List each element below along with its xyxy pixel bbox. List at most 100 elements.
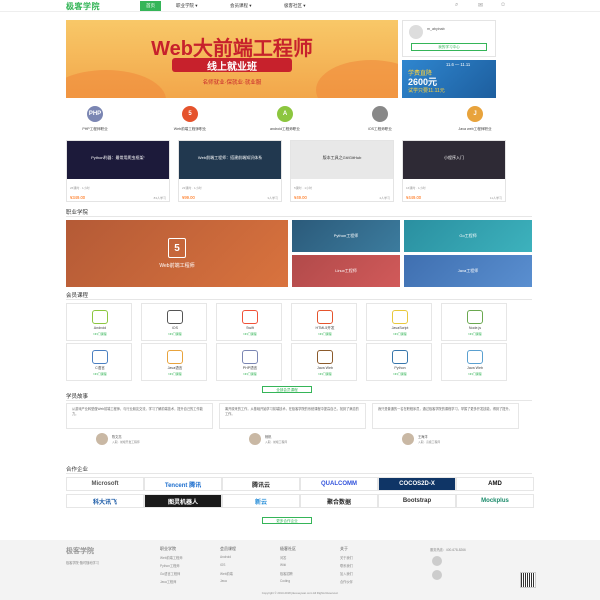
member-course-sub: NN门课程: [168, 332, 182, 336]
wechat-icon[interactable]: [432, 556, 442, 566]
member-course-card[interactable]: Java Web NN门课程: [291, 343, 357, 381]
member-course-card[interactable]: JavaScript NN门课程: [366, 303, 432, 341]
course-icon: [92, 310, 108, 324]
course-card[interactable]: 小程序入门 16课时 · 1小时 ¥449.00 11人学习: [402, 140, 506, 202]
member-course-sub: NN门课程: [468, 332, 482, 336]
promo-dates: 11.6 — 11.11: [446, 62, 471, 67]
member-course-card[interactable]: HTML5开发 NN门课程: [291, 303, 357, 341]
course-icon: [242, 350, 258, 364]
partner-logo[interactable]: QUALCOMM: [300, 477, 378, 491]
site-logo[interactable]: 极客学院: [66, 1, 100, 12]
partner-logo[interactable]: Mockplus: [456, 494, 534, 508]
course-price: ¥449.00: [406, 195, 422, 200]
course-card[interactable]: Python利器：最常用爬虫框架“ 26课时 · 1小时 ¥349.00 83人…: [66, 140, 170, 202]
footer-link[interactable]: 联系我们: [340, 563, 353, 568]
more-partners-button[interactable]: 更多合作企业: [262, 517, 312, 524]
course-icon: [392, 310, 408, 324]
search-icon[interactable]: ⌕: [455, 2, 458, 9]
footer-link[interactable]: Go语言工程师: [160, 571, 180, 576]
footer-link[interactable]: iOS: [220, 563, 225, 567]
partner-logo[interactable]: 聚合数据: [300, 494, 378, 508]
footer-link[interactable]: 问答: [280, 555, 286, 560]
footer-link[interactable]: Android: [220, 555, 231, 559]
partner-logo[interactable]: Tencent 腾讯: [144, 477, 222, 491]
career-tile-linux[interactable]: Linux工程师: [292, 255, 400, 287]
member-course-card[interactable]: Node.js NN门课程: [441, 303, 507, 341]
career-tile-web[interactable]: 5 Web前端工程师: [66, 220, 288, 287]
career-tile-python[interactable]: Python工程师: [292, 220, 400, 252]
footer-link[interactable]: 加入我们: [340, 571, 353, 576]
all-member-courses-button[interactable]: 全部会员课程: [262, 386, 312, 393]
partner-logo[interactable]: 新云: [222, 494, 300, 508]
category-0[interactable]: PHP PHP工程师职业: [66, 104, 124, 136]
course-price: ¥349.00: [70, 195, 86, 200]
member-course-title: Swift: [246, 326, 254, 330]
avatar[interactable]: [409, 25, 423, 39]
weibo-icon[interactable]: [432, 570, 442, 580]
partner-logo[interactable]: AMD: [456, 477, 534, 491]
career-tile-go[interactable]: Go工程师: [404, 220, 532, 252]
course-thumbnail: Python利器：最常用爬虫框架“: [67, 141, 169, 179]
footer-link[interactable]: Python工程师: [160, 563, 180, 568]
nav-home[interactable]: 首页: [140, 1, 161, 11]
partner-logo[interactable]: Bootstrap: [378, 494, 456, 508]
partner-logo[interactable]: 科大讯飞: [66, 494, 144, 508]
footer-col-title: 职业学院: [160, 546, 176, 551]
nav-community[interactable]: 极客社区 ▾: [278, 1, 312, 11]
career-heading: 职业学院: [66, 210, 89, 216]
hero-banner[interactable]: Web大前端工程师 线上就业班 名师就业·保就业·就业服: [66, 20, 398, 98]
partner-logo[interactable]: COCOS2D-X: [378, 477, 456, 491]
career-tile-java[interactable]: Java工程师: [404, 255, 532, 287]
footer-copyright: Copyright © 2013-2018 jikexueyuan.com Al…: [261, 591, 339, 595]
user-icon[interactable]: ☺: [500, 2, 506, 8]
course-title: 小程序入门: [444, 155, 464, 160]
story-name: 杨帆: [265, 435, 272, 439]
footer-link[interactable]: 关于我们: [340, 555, 353, 560]
course-thumbnail: 小程序入门: [403, 141, 505, 179]
nav-career[interactable]: 职业学院 ▾: [170, 1, 204, 11]
member-course-sub: NN门课程: [93, 372, 107, 376]
footer-link[interactable]: Java: [220, 579, 227, 583]
member-course-card[interactable]: Python NN门课程: [366, 343, 432, 381]
course-icon: [317, 310, 333, 324]
category-3[interactable]: iOS工程师职业: [351, 104, 409, 136]
member-course-card[interactable]: iOS NN门课程: [141, 303, 207, 341]
story-role: 入职 · 前端工程师: [265, 440, 288, 444]
partner-logo[interactable]: 腾讯云: [222, 477, 300, 491]
footer-link[interactable]: Wiki: [280, 563, 286, 567]
learning-center-button[interactable]: 我的学习中心: [411, 43, 487, 51]
story-role: 入职 · 高级工程师: [418, 440, 441, 444]
message-icon[interactable]: ✉: [478, 2, 483, 9]
course-card[interactable]: 版本工具之Git/GitHub 5课时 · 1小时 ¥49.00 4人学习: [290, 140, 394, 202]
footer-link[interactable]: Java工程师: [160, 579, 176, 584]
member-course-card[interactable]: Java Web NN门课程: [441, 343, 507, 381]
member-course-sub: NN门课程: [318, 372, 332, 376]
member-course-card[interactable]: PHP语言 NN门课程: [216, 343, 282, 381]
nav-career-label: 职业学院: [176, 3, 194, 8]
member-course-card[interactable]: Java语言 NN门课程: [141, 343, 207, 381]
member-course-card[interactable]: C语言 NN门课程: [66, 343, 132, 381]
category-2[interactable]: A android工程师职业: [256, 104, 314, 136]
category-label: Web前端工程师职业: [173, 127, 207, 131]
category-1[interactable]: 5 Web前端工程师职业: [161, 104, 219, 136]
footer-link[interactable]: Coding: [280, 579, 290, 583]
story-quote: 从游戏产业转型做Web前端工程师，与行业朋友交流，学习了解前端技术，提升自己的工…: [66, 403, 213, 429]
story-role: 入职 · 前端开发工程师: [112, 440, 140, 444]
partner-logo[interactable]: 图灵机器人: [144, 494, 222, 508]
member-course-sub: NN门课程: [168, 372, 182, 376]
footer-link[interactable]: 极客招聘: [280, 571, 293, 576]
member-course-card[interactable]: Swift NN门课程: [216, 303, 282, 341]
footer-link[interactable]: 合作伙伴: [340, 579, 353, 584]
partner-logo[interactable]: Microsoft: [66, 477, 144, 491]
member-course-title: Node.js: [468, 326, 482, 330]
divider: [66, 400, 532, 401]
category-4[interactable]: J Java web工程师职业: [446, 104, 504, 136]
member-course-title: Android: [93, 326, 107, 330]
course-icon: [317, 350, 333, 364]
footer-link[interactable]: Web前端工程师: [160, 555, 182, 560]
course-card[interactable]: Web前端工程师：搭建前端知识体系 23课时 · 1小时 ¥99.00 3人学习: [178, 140, 282, 202]
promo-banner[interactable]: 11.6 — 11.11 学费直降 2600元 试学只要11.11元: [402, 60, 496, 98]
member-course-card[interactable]: Android NN门课程: [66, 303, 132, 341]
nav-member[interactable]: 会员课程 ▾: [224, 1, 258, 11]
footer-link[interactable]: Web前端: [220, 571, 233, 576]
